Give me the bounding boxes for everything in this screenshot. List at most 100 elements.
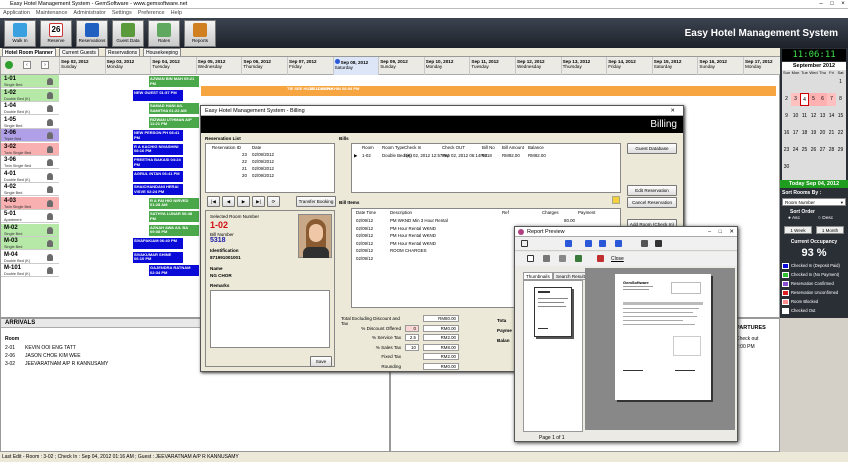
close-button[interactable]: Close [611,256,624,262]
remarks-textarea[interactable] [210,290,330,348]
reservation-date[interactable]: 02/09/2012 [252,152,274,157]
ribbon-rates-button[interactable]: Rates [148,20,180,47]
arrival-guest[interactable]: JASON CHOE KIM WEE [25,353,81,359]
next-record-button[interactable]: ▶ [237,196,250,207]
booking-bar[interactable]: AZWAN BIN MAH 05:21 PM [149,76,199,87]
bills-table[interactable]: Room Room Type Check In Check OUT Bill No Bil… [351,143,621,193]
calendar-day[interactable]: 12 [809,110,818,123]
bill-cell[interactable]: RM92.00 [528,153,546,158]
calendar-day[interactable]: 25 [800,144,809,157]
booking-bar[interactable]: AZNAH AWA A/L BA 09:08 PM [149,224,199,236]
arrival-room[interactable]: 2-01 [5,345,15,351]
menu-item-maintenance[interactable]: Maintenance [33,10,71,16]
bill-cell[interactable]: 1-02 [362,153,371,158]
calendar-day[interactable]: 9 [782,110,791,123]
thumbnails-tab[interactable]: Thumbnails [523,272,553,280]
percent-field[interactable]: 10 [405,343,419,351]
total-value[interactable]: RM80.00 [423,315,459,322]
date-column-header[interactable]: Sep 02, 2012 Sunday [59,57,105,75]
booking-bar[interactable]: SATHYA LUNAR 06:48 PM [149,211,199,222]
arrival-guest[interactable]: JEEVARATNAM A/P R KANNUSAMY [25,361,108,367]
desc-radio[interactable]: ○ Desc [818,216,833,221]
export-icon[interactable] [641,240,648,247]
refresh-record-button[interactable]: ⟳ [267,196,280,207]
booking-bar[interactable]: AGRUL INTAN 06:41 PM [133,170,183,182]
calendar-day[interactable]: 20 [818,127,827,140]
booking-bar[interactable]: SIVAPAKIAM 06:40 PM [133,238,183,249]
item-date[interactable]: 02/09/12 [356,248,373,253]
transfer-booking-button[interactable]: Transfer Booking [296,196,336,207]
sort-select[interactable]: Room Number ▾ [782,198,846,206]
thumbnail-panel[interactable] [523,280,583,432]
menu-item-application[interactable]: Application [0,10,33,16]
date-column-header[interactable]: Sep 03, 2012 Monday [104,57,151,75]
calendar-day[interactable]: 22 [836,127,845,140]
last-page-icon[interactable] [615,240,622,247]
room-row-1-04[interactable]: 1-04 Double Bed (K) [1,102,59,115]
total-value[interactable]: RM0.00 [423,362,459,370]
calendar-day[interactable]: 23 [782,144,791,157]
room-row-4-01[interactable]: 4-01 Double Bed (K) [1,169,59,183]
save-report-icon[interactable] [575,255,582,262]
tab-current-guests[interactable]: Current Guests [59,48,99,56]
billing-close-icon[interactable]: ✕ [670,106,675,116]
binoculars-icon[interactable] [655,240,662,247]
bill-cell[interactable]: Sep 02, 2012 06:14PM [442,153,487,158]
percent-field[interactable]: 0 [405,324,419,332]
prev-record-button[interactable]: ◀ [222,196,235,207]
bill-cell[interactable]: 5318 [482,153,492,158]
report-view-icon[interactable] [521,240,528,247]
total-value[interactable]: RM2.00 [423,353,459,360]
save-button[interactable]: Save [310,356,332,367]
ribbon-reservations-button[interactable]: Reservations [76,20,108,47]
item-description[interactable]: PM Hour Rental WKND [390,226,436,231]
item-date[interactable]: 02/09/12 [356,218,373,223]
calendar-day[interactable]: 29 [836,144,845,157]
calendar-day[interactable]: 15 [836,110,845,123]
calendar-day[interactable]: 18 [800,127,809,140]
next-icon[interactable]: › [41,61,49,69]
room-row-1-05[interactable]: 1-05 Single Bed [1,115,59,129]
month-calendar[interactable]: September 2012 Sun Mon Tue Wed Thu Fri Sat 123… [782,62,846,180]
item-description[interactable]: PM WKND Min 3 Hour Rental [390,218,448,223]
reservation-date[interactable]: 02/09/2012 [252,166,274,171]
booking-bar[interactable]: GAJENDRA RATNAM 02:34 PM [149,265,199,276]
arrival-guest[interactable]: KEVIN OOI ENG TATT [25,345,76,351]
ribbon-guest-data-button[interactable]: Guest Data [112,20,144,47]
ribbon-walk-in-button[interactable]: Walk In [4,20,36,47]
calendar-day[interactable]: 5 [809,93,818,106]
report-maximize-icon[interactable]: □ [719,227,722,237]
close-report-icon[interactable] [597,255,604,262]
menu-item-settings[interactable]: Settings [109,10,135,16]
room-row-m-101[interactable]: M-101 Double Bed (K) [1,264,59,277]
date-column-header[interactable]: Sep 05, 2012 Wednesday [195,57,242,75]
room-row-1-01[interactable]: 1-01 Single Bed [1,75,59,88]
total-value[interactable]: RM0.00 [423,324,459,332]
room-row-m-04[interactable]: M-04 Double Bed (K) [1,250,59,264]
date-column-header[interactable]: Sep 10, 2012 Monday [423,57,470,75]
print-setup-icon[interactable] [559,255,566,262]
item-description[interactable]: ROOM CHARGES [390,248,427,253]
ribbon-reserve-button[interactable]: 26 Reserve [40,20,72,47]
first-record-button[interactable]: |◀ [207,196,220,207]
reservation-list[interactable]: Reservation ID Date 23 02/09/2012 22 02/09/… [205,143,335,193]
refresh-icon[interactable] [5,61,13,69]
calendar-day[interactable]: 4 [800,93,809,106]
reservation-date[interactable]: 02/09/2012 [252,173,274,178]
first-page-icon[interactable] [565,240,572,247]
prev-icon[interactable]: ‹ [23,61,31,69]
date-column-header[interactable]: Sep 11, 2012 Tuesday [469,57,515,75]
date-column-header[interactable]: Sep 07, 2012 Friday [287,57,333,75]
calendar-day[interactable]: 8 [836,93,845,106]
one-month-button[interactable]: 1 Month [816,226,844,234]
calendar-day[interactable]: 28 [827,144,836,157]
reservation-date[interactable]: 02/09/2012 [252,159,274,164]
booking-bar[interactable]: R A KACHIG NIVASHINI 08:16 PM [133,143,183,155]
calendar-day[interactable]: 16 [782,127,791,140]
calendar-day[interactable]: 11 [800,110,809,123]
calendar-day[interactable]: 7 [827,93,836,106]
calendar-day[interactable]: 6 [818,93,827,106]
next-page-icon[interactable] [599,240,606,247]
booking-bar[interactable]: NEW GUEST 01:57 PM [133,89,183,101]
arrival-room[interactable]: 2-06 [5,353,15,359]
